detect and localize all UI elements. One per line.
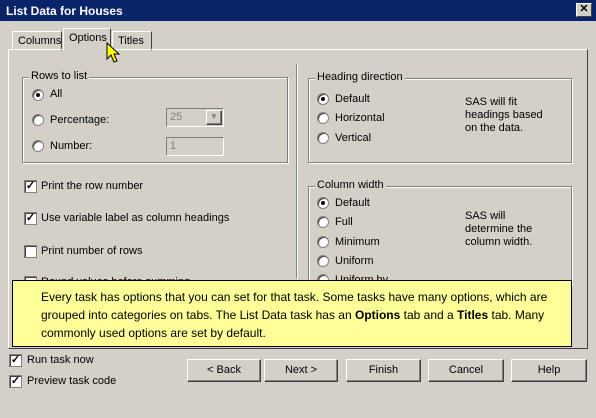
run-task-now-label: Run task now [27, 354, 94, 366]
checkbox-preview-task-code[interactable]: ✓ [9, 375, 22, 388]
checkbox-print-number-of-rows-label: Print number of rows [41, 245, 143, 257]
number-field[interactable]: 1 [166, 137, 224, 156]
callout-note: Every task has options that you can set … [12, 280, 572, 347]
finish-button[interactable]: Finish [346, 359, 421, 382]
checkbox-print-row-number[interactable]: ✓ [24, 180, 37, 193]
radio-heading-vertical-label: Vertical [335, 132, 372, 144]
help-button[interactable]: Help [511, 359, 587, 382]
mouse-pointer-icon [106, 42, 120, 63]
radio-all-label: All [50, 88, 63, 100]
radio-width-uniform-label: Uniform [335, 255, 374, 267]
heading-direction-legend: Heading direction [315, 71, 405, 83]
checkbox-use-variable-label[interactable]: ✓ [24, 212, 37, 225]
window-title-bar: List Data for Houses [0, 0, 596, 21]
next-button[interactable]: Next > [264, 359, 338, 382]
column-width-note: SAS will determine the column width. [465, 210, 533, 248]
column-width-legend: Column width [315, 179, 386, 191]
radio-width-uniform[interactable] [317, 255, 329, 267]
heading-direction-note: SAS will fit headings based on the data. [465, 96, 543, 134]
radio-width-minimum[interactable] [317, 236, 329, 248]
radio-width-full-label: Full [335, 216, 353, 228]
checkbox-print-number-of-rows[interactable] [24, 245, 37, 258]
tab-options[interactable]: Options [63, 28, 111, 51]
radio-percentage[interactable] [32, 114, 44, 126]
radio-heading-horizontal-label: Horizontal [335, 112, 385, 124]
cancel-button[interactable]: Cancel [428, 359, 504, 382]
window-title: List Data for Houses [6, 4, 123, 18]
close-icon[interactable]: ✕ [576, 3, 592, 17]
preview-task-code-label: Preview task code [27, 375, 117, 387]
checkbox-print-row-number-label: Print the row number [41, 180, 144, 192]
tab-columns[interactable]: Columns [12, 31, 62, 51]
checkbox-run-task-now[interactable]: ✓ [9, 354, 22, 367]
radio-width-minimum-label: Minimum [335, 236, 380, 248]
radio-width-default-label: Default [335, 197, 370, 209]
radio-number-label: Number: [50, 140, 93, 152]
checkbox-use-variable-label-label: Use variable label as column headings [41, 212, 230, 224]
divider [296, 64, 298, 278]
radio-width-full[interactable] [317, 216, 329, 228]
radio-heading-vertical[interactable] [317, 132, 329, 144]
rows-to-list-legend: Rows to list [29, 70, 90, 82]
radio-heading-default-label: Default [335, 93, 370, 105]
radio-percentage-label: Percentage: [50, 114, 110, 126]
radio-number[interactable] [32, 140, 44, 152]
radio-all[interactable] [32, 89, 44, 101]
back-button[interactable]: < Back [187, 359, 261, 382]
radio-heading-horizontal[interactable] [317, 112, 329, 124]
chevron-down-icon[interactable]: ▼ [206, 110, 222, 125]
radio-heading-default[interactable] [317, 93, 329, 105]
radio-width-default[interactable] [317, 197, 329, 209]
